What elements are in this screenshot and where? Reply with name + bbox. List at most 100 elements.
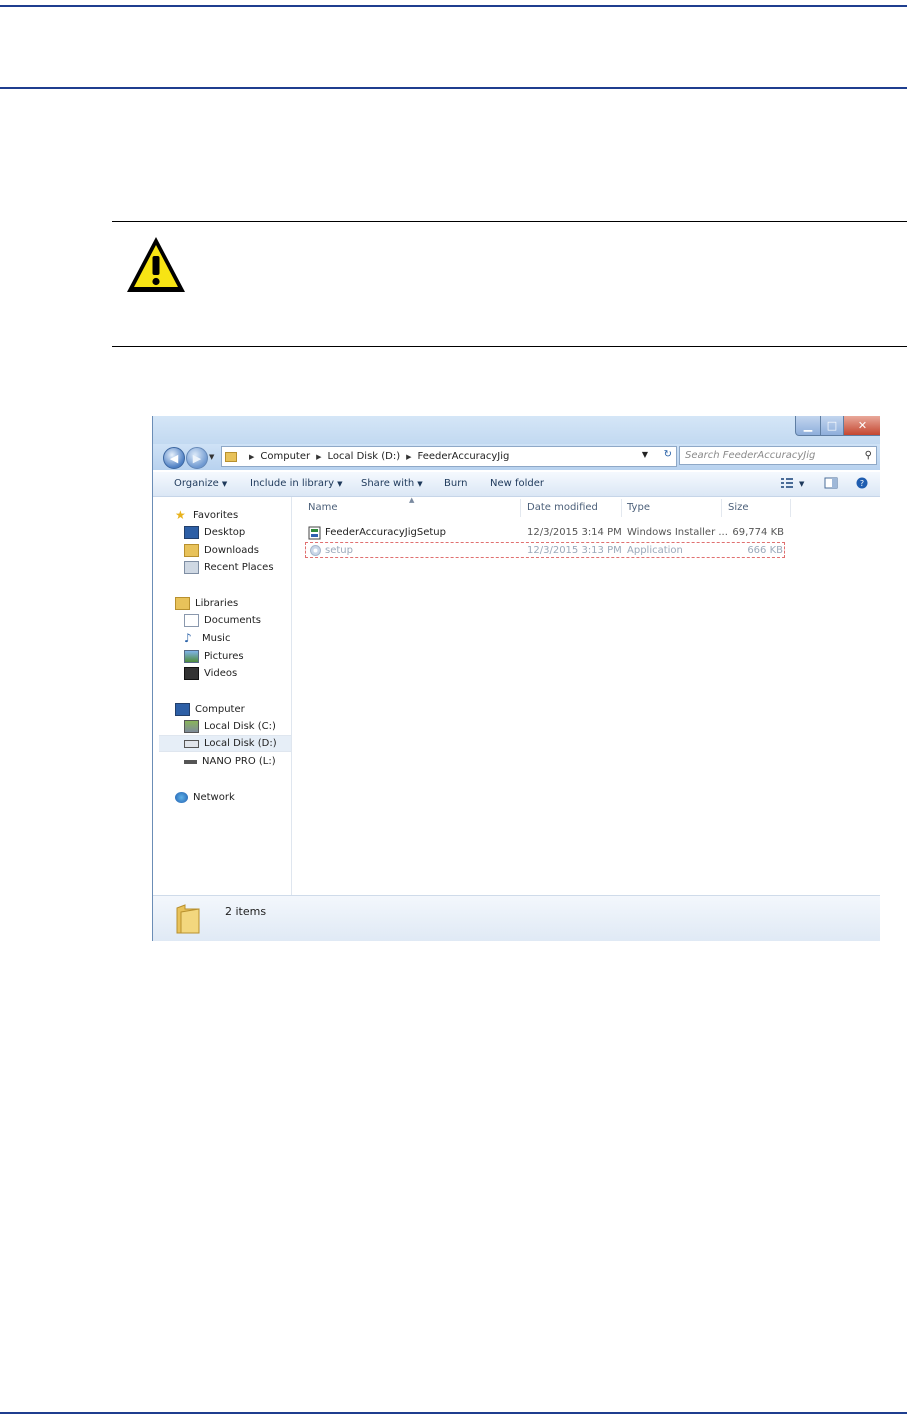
address-dropdown-icon[interactable]: ▼ [642, 450, 648, 459]
column-header-date-modified[interactable]: Date modified [527, 502, 598, 513]
nav-favorites-label: Favorites [193, 510, 239, 521]
svg-text:?: ? [860, 479, 864, 488]
file-date: 12/3/2015 3:13 PM [527, 545, 622, 556]
file-date: 12/3/2015 3:14 PM [527, 527, 622, 538]
column-header-name[interactable]: Name [308, 502, 338, 513]
installer-icon [308, 526, 321, 540]
file-row-selected[interactable]: setup 12/3/2015 3:13 PM Application 666 … [305, 542, 785, 558]
nav-libraries-label: Libraries [195, 598, 239, 609]
drive-icon [184, 739, 199, 748]
column-divider [520, 499, 521, 517]
column-divider [621, 499, 622, 517]
view-dropdown-icon[interactable]: ▼ [799, 480, 804, 488]
music-icon: ♪ [184, 631, 192, 645]
organize-label: Organize [174, 478, 219, 489]
nav-local-disk-d[interactable]: Local Disk (D:) [159, 735, 291, 752]
computer-icon [175, 703, 190, 716]
nav-nano-pro-label: NANO PRO (L:) [202, 756, 276, 767]
caret-down-icon: ▼ [417, 480, 423, 488]
downloads-icon [184, 544, 199, 557]
caret-down-icon: ▼ [337, 480, 343, 488]
nav-videos[interactable]: Videos [184, 665, 284, 682]
file-size: 666 KB [747, 545, 783, 556]
close-button[interactable]: ✕ [843, 416, 880, 436]
libraries-icon [175, 597, 190, 610]
nav-desktop-label: Desktop [204, 527, 246, 538]
item-count: 2 items [225, 905, 267, 918]
nav-libraries[interactable]: Libraries [175, 595, 285, 612]
column-header-type[interactable]: Type [627, 502, 650, 513]
caution-rule-bottom [112, 346, 907, 347]
star-icon: ★ [175, 508, 186, 522]
forward-button[interactable]: ▶ [186, 447, 208, 469]
nav-downloads-label: Downloads [204, 545, 259, 556]
chevron-right-icon[interactable]: ▶ [249, 453, 254, 461]
view-options-icon[interactable] [780, 477, 794, 489]
nav-network-label: Network [193, 792, 235, 803]
column-divider [721, 499, 722, 517]
nav-nano-pro[interactable]: NANO PRO (L:) [184, 753, 284, 770]
search-input[interactable]: Search FeederAccuracyJig ⚲ [679, 446, 877, 465]
back-button[interactable]: ◀ [163, 447, 185, 469]
header-rule [0, 5, 907, 7]
caret-down-icon: ▼ [221, 480, 228, 488]
search-placeholder: Search FeederAccuracyJig [685, 450, 816, 461]
include-in-library-label: Include in library [250, 478, 335, 489]
column-header-size[interactable]: Size [728, 502, 749, 513]
recent-places-icon [184, 561, 199, 574]
network-icon [175, 792, 188, 803]
removable-drive-icon [184, 759, 197, 764]
burn-button[interactable]: Burn [444, 478, 467, 489]
column-divider [790, 499, 791, 517]
maximize-button[interactable]: □ [820, 416, 844, 436]
help-icon[interactable]: ? [855, 477, 869, 489]
history-dropdown-icon[interactable]: ▼ [209, 453, 214, 461]
refresh-icon[interactable]: ↻ [664, 449, 672, 460]
file-row[interactable]: FeederAccuracyJigSetup 12/3/2015 3:14 PM… [305, 525, 785, 541]
breadcrumb-feederaccuracyjig[interactable]: FeederAccuracyJig [418, 451, 510, 462]
nav-local-disk-d-label: Local Disk (D:) [204, 738, 277, 749]
folder-icon [176, 904, 200, 934]
status-bar: 2 items [153, 895, 880, 941]
chevron-right-icon[interactable]: ▶ [316, 453, 321, 461]
application-icon [310, 545, 321, 556]
nav-network[interactable]: Network [175, 789, 285, 806]
share-with-button[interactable]: Share with ▼ [361, 478, 423, 489]
nav-pictures[interactable]: Pictures [184, 648, 284, 665]
command-bar: Organize ▼ Include in library ▼ Share with… [153, 472, 880, 497]
nav-pictures-label: Pictures [204, 651, 244, 662]
nav-local-disk-c[interactable]: Local Disk (C:) [184, 718, 284, 735]
nav-recent-places-label: Recent Places [204, 562, 274, 573]
nav-downloads[interactable]: Downloads [184, 542, 284, 559]
desktop-icon [184, 526, 199, 539]
share-with-label: Share with [361, 478, 415, 489]
chevron-right-icon[interactable]: ▶ [406, 453, 411, 461]
nav-local-disk-c-label: Local Disk (C:) [204, 721, 276, 732]
search-icon[interactable]: ⚲ [865, 450, 872, 461]
organize-button[interactable]: Organize ▼ [174, 478, 227, 489]
footer-rule [0, 1412, 907, 1414]
nav-desktop[interactable]: Desktop [184, 524, 284, 541]
videos-icon [184, 667, 199, 680]
nav-music-label: Music [202, 633, 231, 644]
documents-icon [184, 614, 199, 627]
breadcrumb-local-disk-d[interactable]: Local Disk (D:) [328, 451, 401, 462]
new-folder-button[interactable]: New folder [490, 478, 544, 489]
file-name: FeederAccuracyJigSetup [325, 527, 446, 538]
preview-pane-icon[interactable] [824, 477, 838, 489]
breadcrumb-computer[interactable]: Computer [260, 451, 310, 462]
nav-music[interactable]: ♪ Music [184, 630, 284, 647]
nav-computer-label: Computer [195, 704, 245, 715]
nav-computer[interactable]: Computer [175, 701, 285, 718]
drive-icon [184, 720, 199, 733]
nav-documents-label: Documents [204, 615, 262, 626]
address-bar[interactable]: ▶ Computer ▶ Local Disk (D:) ▶ FeederAcc… [221, 446, 677, 467]
nav-recent-places[interactable]: Recent Places [184, 559, 284, 576]
minimize-button[interactable]: ▁ [795, 416, 821, 436]
include-in-library-button[interactable]: Include in library ▼ [250, 478, 342, 489]
header-rule-bottom [0, 87, 907, 89]
nav-documents[interactable]: Documents [184, 612, 284, 629]
caution-rule-top [112, 221, 907, 222]
nav-favorites[interactable]: ★ Favorites [175, 507, 285, 524]
folder-icon [225, 451, 237, 462]
